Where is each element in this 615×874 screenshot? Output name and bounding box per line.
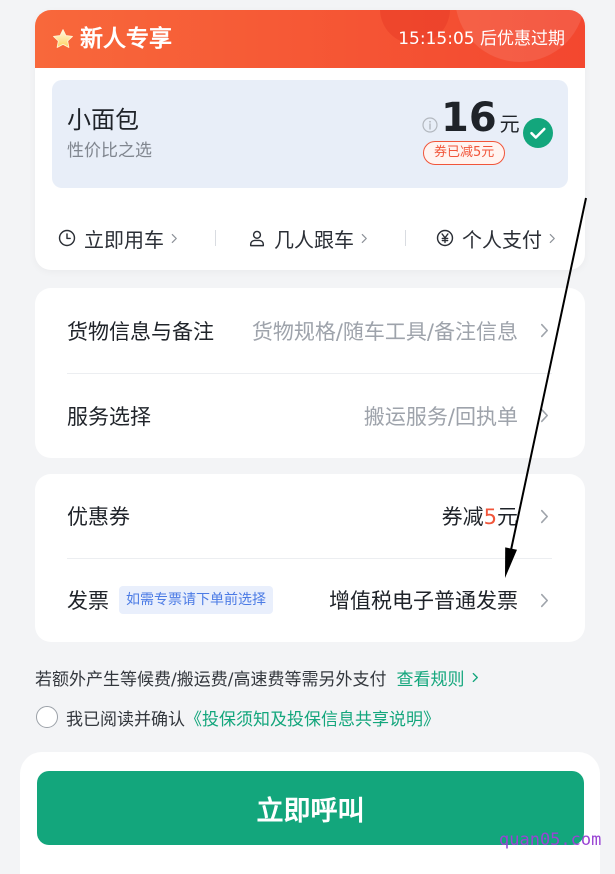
vehicle-name: 小面包 (67, 106, 139, 134)
promo-header: 新人专享 15:15:05 后优惠过期 (35, 10, 585, 68)
invoice-hint-badge: 如需专票请下单前选择 (119, 586, 273, 614)
yen-icon (436, 229, 454, 247)
option-label: 立即用车 (84, 227, 164, 252)
coupon-amount: 5 (483, 505, 497, 529)
row-label: 优惠券 (67, 505, 130, 529)
cargo-info-row[interactable]: 货物信息与备注 货物规格/随车工具/备注信息 (35, 288, 585, 373)
agreement-radio[interactable] (36, 706, 58, 728)
invoice-type-value: 增值税电子普通发票 (329, 589, 518, 613)
vehicle-tagline: 性价比之选 (67, 141, 152, 161)
payment-method-option[interactable]: 个人支付 (436, 206, 556, 270)
chevron-right-icon (540, 408, 549, 423)
view-rules-label: 查看规则 (396, 669, 465, 690)
price-amount: 16 (441, 95, 497, 141)
vehicle-option-selected[interactable]: 小面包 性价比之选 16 元 券已减5元 (52, 80, 568, 188)
row-label: 服务选择 (67, 404, 151, 429)
row-placeholder: 搬运服务/回执单 (363, 404, 518, 429)
price: 16 元 (441, 94, 520, 142)
chevron-right-icon (540, 323, 549, 338)
check-circle-icon (523, 118, 553, 148)
promo-countdown: 15:15:05 后优惠过期 (398, 29, 565, 49)
row-label: 发票 (67, 589, 109, 613)
row-label: 货物信息与备注 (67, 319, 214, 344)
info-icon[interactable] (422, 117, 438, 133)
insurance-agreement: 我已阅读并确认 《投保须知及投保信息共享说明》 (36, 704, 440, 730)
order-options-row: 立即用车 几人跟车 个人支付 (35, 206, 585, 270)
agreement-text: 我已阅读并确认 (66, 709, 185, 730)
notice-text: 若额外产生等候费/搬运费/高速费等需另外支付 (35, 669, 387, 690)
insurance-terms-link[interactable]: 《投保须知及投保信息共享说明》 (185, 705, 440, 730)
chevron-right-icon (361, 233, 367, 243)
coupon-suffix: 元 (497, 505, 518, 529)
coupon-row[interactable]: 优惠券 券减5元 (35, 474, 585, 558)
view-rules-link[interactable]: 查看规则 (396, 665, 479, 690)
coupon-prefix: 券减 (441, 505, 484, 529)
watermark: quan05.com (499, 830, 602, 850)
row-placeholder: 货物规格/随车工具/备注信息 (251, 319, 518, 344)
bottom-action-bar: 立即呼叫 (20, 752, 600, 874)
divider (405, 230, 406, 246)
passengers-option[interactable]: 几人跟车 (248, 206, 368, 270)
divider (215, 230, 216, 246)
chevron-right-icon (473, 672, 479, 682)
option-label: 个人支付 (462, 227, 542, 252)
extra-fee-notice: 若额外产生等候费/搬运费/高速费等需另外支付 查看规则 (35, 664, 479, 690)
new-user-promo-card: 新人专享 15:15:05 后优惠过期 小面包 性价比之选 16 元 券已减5元… (35, 10, 585, 270)
invoice-row[interactable]: 发票 如需专票请下单前选择 增值税电子普通发票 (35, 558, 585, 642)
order-details-card: 货物信息与备注 货物规格/随车工具/备注信息 服务选择 搬运服务/回执单 (35, 288, 585, 458)
service-selection-row[interactable]: 服务选择 搬运服务/回执单 (35, 373, 585, 458)
coupon-value: 券减5元 (442, 501, 518, 531)
chevron-right-icon (549, 233, 555, 243)
chevron-right-icon (171, 233, 177, 243)
use-car-now-option[interactable]: 立即用车 (58, 206, 178, 270)
chevron-right-icon (540, 593, 549, 607)
star-icon (53, 29, 73, 48)
clock-icon (58, 229, 76, 247)
billing-card: 优惠券 券减5元 发票 如需专票请下单前选择 增值税电子普通发票 (35, 474, 585, 642)
promo-title: 新人专享 (80, 26, 172, 52)
person-icon (249, 230, 265, 247)
chevron-right-icon (540, 509, 549, 523)
option-label: 几人跟车 (274, 227, 354, 252)
price-unit: 元 (499, 112, 520, 136)
coupon-applied-badge: 券已减5元 (423, 141, 506, 165)
